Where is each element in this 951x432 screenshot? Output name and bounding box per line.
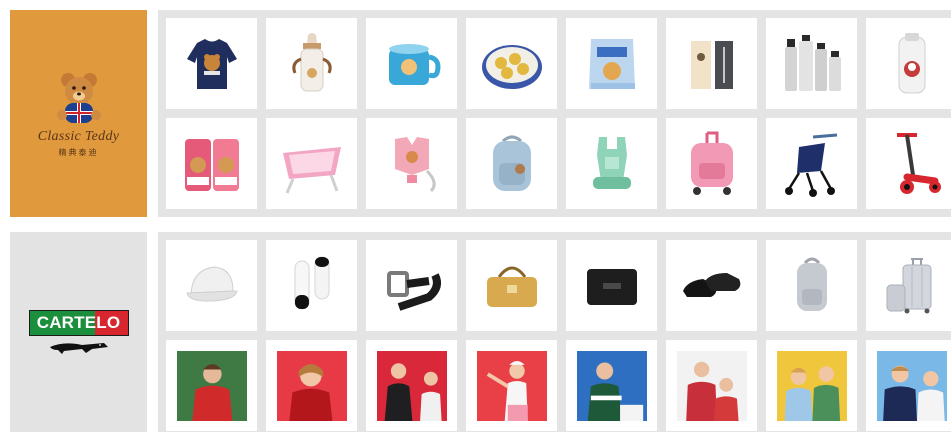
model-photo-icon	[776, 350, 847, 421]
product-tile[interactable]	[266, 240, 357, 331]
product-tile[interactable]	[366, 240, 457, 331]
pen-box-icon	[690, 40, 733, 89]
product-tile[interactable]	[866, 240, 951, 331]
model-photo-icon	[276, 350, 347, 421]
model-photo-icon	[676, 350, 747, 421]
model-photo-tile[interactable]	[566, 340, 657, 431]
teddy-bear-logo-icon	[56, 73, 101, 123]
model-photo-tile[interactable]	[166, 340, 257, 431]
trolley-backpack-icon	[690, 131, 733, 195]
sneaker-icon	[294, 256, 329, 309]
product-tile[interactable]	[566, 118, 657, 209]
lotion-bottle-icon	[898, 32, 925, 93]
skincare-set-icon	[784, 34, 841, 91]
product-tile[interactable]	[766, 118, 857, 209]
model-photo-tile[interactable]	[866, 340, 951, 431]
model-photo-tile[interactable]	[666, 340, 757, 431]
kids-backpack-icon	[492, 135, 531, 191]
crocodile-logo-icon	[49, 342, 108, 354]
product-tile[interactable]	[166, 18, 257, 109]
product-tile[interactable]	[666, 240, 757, 331]
kick-scooter-icon	[896, 132, 941, 194]
model-photo-tile[interactable]	[366, 340, 457, 431]
snack-bag-icon	[588, 38, 635, 89]
handbag-icon	[486, 266, 537, 307]
wallet-icon	[586, 268, 637, 305]
model-photo-tile[interactable]	[766, 340, 857, 431]
belt-icon	[386, 270, 441, 311]
product-tile[interactable]	[366, 118, 457, 209]
baby-bathtub-icon	[282, 146, 341, 194]
product-tile[interactable]	[466, 18, 557, 109]
product-tile[interactable]	[366, 18, 457, 109]
product-grid-classic-teddy	[158, 10, 951, 217]
cookie-tin-icon	[481, 44, 542, 89]
product-tile[interactable]	[866, 118, 951, 209]
safety-harness-icon	[394, 136, 436, 192]
brand-name-classic-teddy: Classic Teddy	[37, 129, 120, 144]
backpack-icon	[796, 257, 827, 311]
product-tile[interactable]	[866, 18, 951, 109]
product-tile[interactable]	[766, 18, 857, 109]
product-tile[interactable]	[266, 118, 357, 209]
sweater-icon	[186, 38, 237, 89]
model-photo-tile[interactable]	[266, 340, 357, 431]
product-tile[interactable]	[766, 240, 857, 331]
baby-carrier-icon	[592, 136, 631, 189]
leather-shoes-icon	[682, 272, 740, 297]
product-tile[interactable]	[266, 18, 357, 109]
luggage-icon	[886, 257, 931, 313]
product-tile[interactable]	[166, 118, 257, 209]
product-tile[interactable]	[466, 118, 557, 209]
model-photo-icon	[176, 350, 247, 421]
product-tile[interactable]	[566, 240, 657, 331]
product-tile[interactable]	[166, 240, 257, 331]
model-photo-icon	[576, 350, 647, 421]
stroller-icon	[784, 133, 837, 197]
brand-subtitle-cn: 精典泰迪	[58, 148, 99, 157]
brand-panel-cartelo[interactable]: CARTELO	[10, 232, 147, 432]
model-photo-tile[interactable]	[466, 340, 557, 431]
cartelo-logo: CARTELO	[28, 309, 129, 336]
model-photo-icon	[376, 350, 447, 421]
cap-icon	[185, 265, 238, 302]
model-photo-icon	[876, 350, 947, 421]
product-tile[interactable]	[666, 118, 757, 209]
baby-bottle-icon	[291, 32, 332, 91]
brand-panel-classic-teddy[interactable]: Classic Teddy 精典泰迪	[10, 10, 147, 217]
product-tile[interactable]	[666, 18, 757, 109]
diaper-pack-icon	[184, 138, 239, 191]
brand-name-cartelo: CARTELO	[36, 312, 121, 332]
product-tile[interactable]	[566, 18, 657, 109]
kids-cup-icon	[388, 43, 440, 85]
model-photo-icon	[476, 350, 547, 421]
product-grid-cartelo	[158, 232, 951, 432]
product-tile[interactable]	[466, 240, 557, 331]
